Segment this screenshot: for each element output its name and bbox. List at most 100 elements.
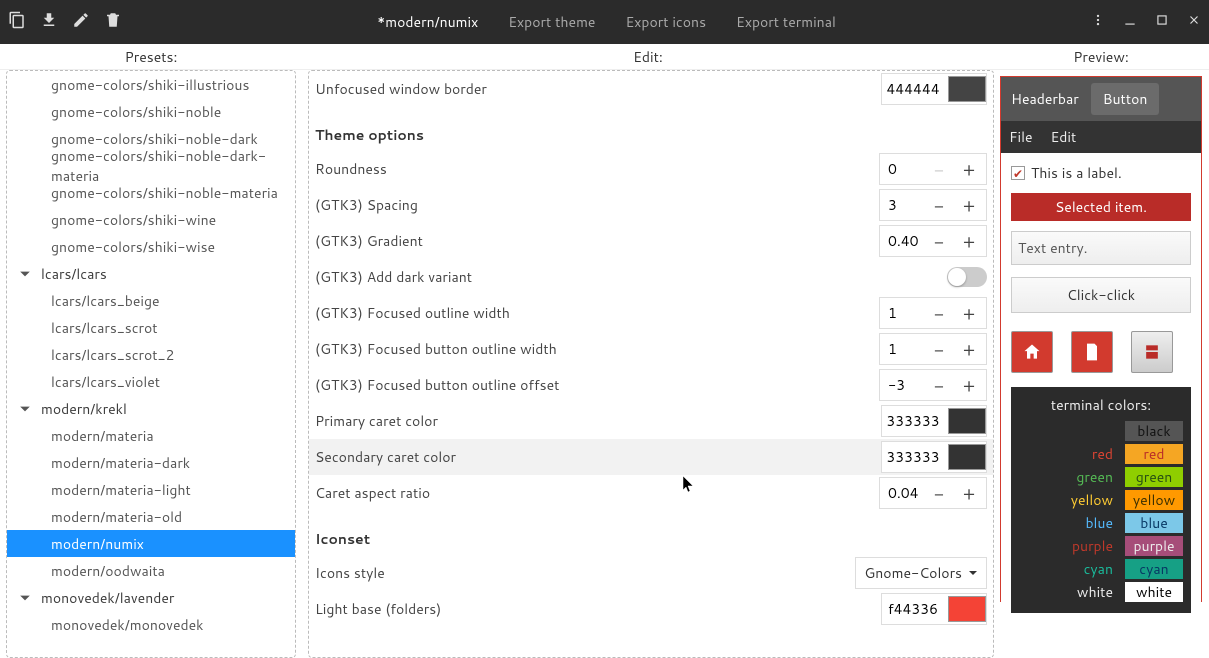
icons-style-value: Gnome-Colors <box>864 563 962 583</box>
menu-export-icons[interactable]: Export icons <box>625 12 706 32</box>
light-base-input[interactable] <box>882 599 944 619</box>
focus-btn-outline-minus[interactable]: − <box>924 336 954 362</box>
unfocused-border-field[interactable] <box>881 73 987 105</box>
preview-header: Preview: <box>994 47 1208 67</box>
preset-item[interactable]: modern/materia-dark <box>7 449 295 476</box>
caret-ratio-input[interactable] <box>880 483 924 503</box>
primary-caret-label: Primary caret color <box>315 411 881 431</box>
preset-item[interactable]: gnome-colors/shiki-illustrious <box>7 71 295 98</box>
trash-icon[interactable] <box>104 11 122 34</box>
roundness-minus[interactable]: − <box>924 156 954 182</box>
dark-variant-switch[interactable] <box>947 267 987 287</box>
gradient-spinner[interactable]: − + <box>879 225 987 257</box>
terminal-title: terminal colors: <box>1019 395 1183 415</box>
spacing-input[interactable] <box>880 195 924 215</box>
preset-item[interactable]: modern/krekl <box>7 395 295 422</box>
column-headers: Presets: Edit: Preview: <box>0 44 1209 70</box>
secondary-caret-input[interactable] <box>882 447 944 467</box>
gradient-input[interactable] <box>880 231 924 251</box>
roundness-input[interactable] <box>880 159 924 179</box>
gradient-minus[interactable]: − <box>924 228 954 254</box>
preview-file-menu[interactable]: File <box>1009 127 1033 147</box>
edit-header: Edit: <box>302 47 994 67</box>
preview-home-icon[interactable] <box>1011 331 1053 373</box>
preview-panel: Headerbar Button File Edit ✔ This is a l… <box>994 70 1208 658</box>
preset-item[interactable]: lcars/lcars <box>7 260 295 287</box>
preset-item[interactable]: modern/materia <box>7 422 295 449</box>
spacing-spinner[interactable]: − + <box>879 189 987 221</box>
preset-item[interactable]: gnome-colors/shiki-noble-materia <box>7 179 295 206</box>
preset-item[interactable]: monovedek/monovedek <box>7 611 295 638</box>
primary-caret-field[interactable] <box>881 405 987 437</box>
preset-item[interactable]: modern/materia-light <box>7 476 295 503</box>
menu-export-terminal[interactable]: Export terminal <box>736 12 836 32</box>
focus-outline-input[interactable] <box>880 303 924 323</box>
preset-item[interactable]: monovedek/lavender <box>7 584 295 611</box>
caret-ratio-minus[interactable]: − <box>924 480 954 506</box>
preset-item[interactable]: gnome-colors/shiki-wine <box>7 206 295 233</box>
primary-caret-input[interactable] <box>882 411 944 431</box>
focus-btn-offset-spinner[interactable]: − + <box>879 369 987 401</box>
edit-icon[interactable] <box>72 11 90 34</box>
copy-icon[interactable] <box>8 11 26 34</box>
preview-checkbox[interactable]: ✔ <box>1011 166 1025 180</box>
focus-outline-plus[interactable]: + <box>954 300 984 326</box>
focus-btn-offset-minus[interactable]: − <box>924 372 954 398</box>
focus-outline-minus[interactable]: − <box>924 300 954 326</box>
preset-item[interactable]: modern/materia-old <box>7 503 295 530</box>
secondary-caret-swatch[interactable] <box>948 444 986 470</box>
focus-btn-outline-plus[interactable]: + <box>954 336 984 362</box>
secondary-caret-field[interactable] <box>881 441 987 473</box>
preset-item[interactable]: gnome-colors/shiki-wise <box>7 233 295 260</box>
more-icon[interactable] <box>1091 12 1105 32</box>
gradient-plus[interactable]: + <box>954 228 984 254</box>
close-icon[interactable] <box>1187 12 1201 32</box>
light-base-swatch[interactable] <box>948 596 986 622</box>
preset-item[interactable]: lcars/lcars_violet <box>7 368 295 395</box>
focus-btn-offset-input[interactable] <box>880 375 924 395</box>
caret-ratio-plus[interactable]: + <box>954 480 984 506</box>
menu-export-theme[interactable]: Export theme <box>508 12 595 32</box>
gradient-label: (GTK3) Gradient <box>315 231 879 251</box>
preset-item[interactable]: gnome-colors/shiki-noble <box>7 98 295 125</box>
preset-item[interactable]: modern/oodwaita <box>7 557 295 584</box>
focus-btn-offset-plus[interactable]: + <box>954 372 984 398</box>
minimize-icon[interactable] <box>1123 12 1137 32</box>
preview-edit-menu[interactable]: Edit <box>1051 127 1077 147</box>
preset-item[interactable]: lcars/lcars_beige <box>7 287 295 314</box>
focus-btn-outline-input[interactable] <box>880 339 924 359</box>
preset-item[interactable]: lcars/lcars_scrot <box>7 314 295 341</box>
unfocused-border-input[interactable] <box>882 79 944 99</box>
preset-item[interactable]: lcars/lcars_scrot_2 <box>7 341 295 368</box>
focus-btn-outline-spinner[interactable]: − + <box>879 333 987 365</box>
primary-caret-swatch[interactable] <box>948 408 986 434</box>
chevron-down-icon <box>968 568 978 578</box>
unfocused-border-label: Unfocused window border <box>315 79 881 99</box>
light-base-field[interactable] <box>881 593 987 625</box>
preview-selected-item[interactable]: Selected item. <box>1011 193 1191 221</box>
unfocused-border-swatch[interactable] <box>948 76 986 102</box>
icons-style-dropdown[interactable]: Gnome-Colors <box>855 557 987 589</box>
preview-label-text: This is a label. <box>1031 163 1122 183</box>
icons-style-label: Icons style <box>315 563 855 583</box>
maximize-icon[interactable] <box>1155 12 1169 32</box>
spacing-minus[interactable]: − <box>924 192 954 218</box>
preview-document-icon[interactable] <box>1071 331 1113 373</box>
preview-text-entry[interactable]: Text entry. <box>1011 231 1191 265</box>
roundness-plus[interactable]: + <box>954 156 984 182</box>
current-theme-title: *modern/numix <box>377 12 478 32</box>
focus-outline-spinner[interactable]: − + <box>879 297 987 329</box>
edit-panel: Unfocused window border Theme options Ro… <box>302 70 994 658</box>
preview-button-tab[interactable]: Button <box>1091 83 1160 115</box>
preset-item[interactable]: modern/numix <box>7 530 295 557</box>
preview-click-button[interactable]: Click-click <box>1011 277 1191 313</box>
download-icon[interactable] <box>40 11 58 34</box>
terminal-color-row: purplepurple <box>1019 536 1183 556</box>
preset-item[interactable]: gnome-colors/shiki-noble-dark-materia <box>7 152 295 179</box>
roundness-spinner[interactable]: − + <box>879 153 987 185</box>
spacing-plus[interactable]: + <box>954 192 984 218</box>
caret-ratio-spinner[interactable]: − + <box>879 477 987 509</box>
focus-btn-offset-label: (GTK3) Focused button outline offset <box>315 375 879 395</box>
preview-archive-icon[interactable] <box>1131 331 1173 373</box>
preview-terminal: terminal colors: blackredredgreengreenye… <box>1011 387 1191 613</box>
